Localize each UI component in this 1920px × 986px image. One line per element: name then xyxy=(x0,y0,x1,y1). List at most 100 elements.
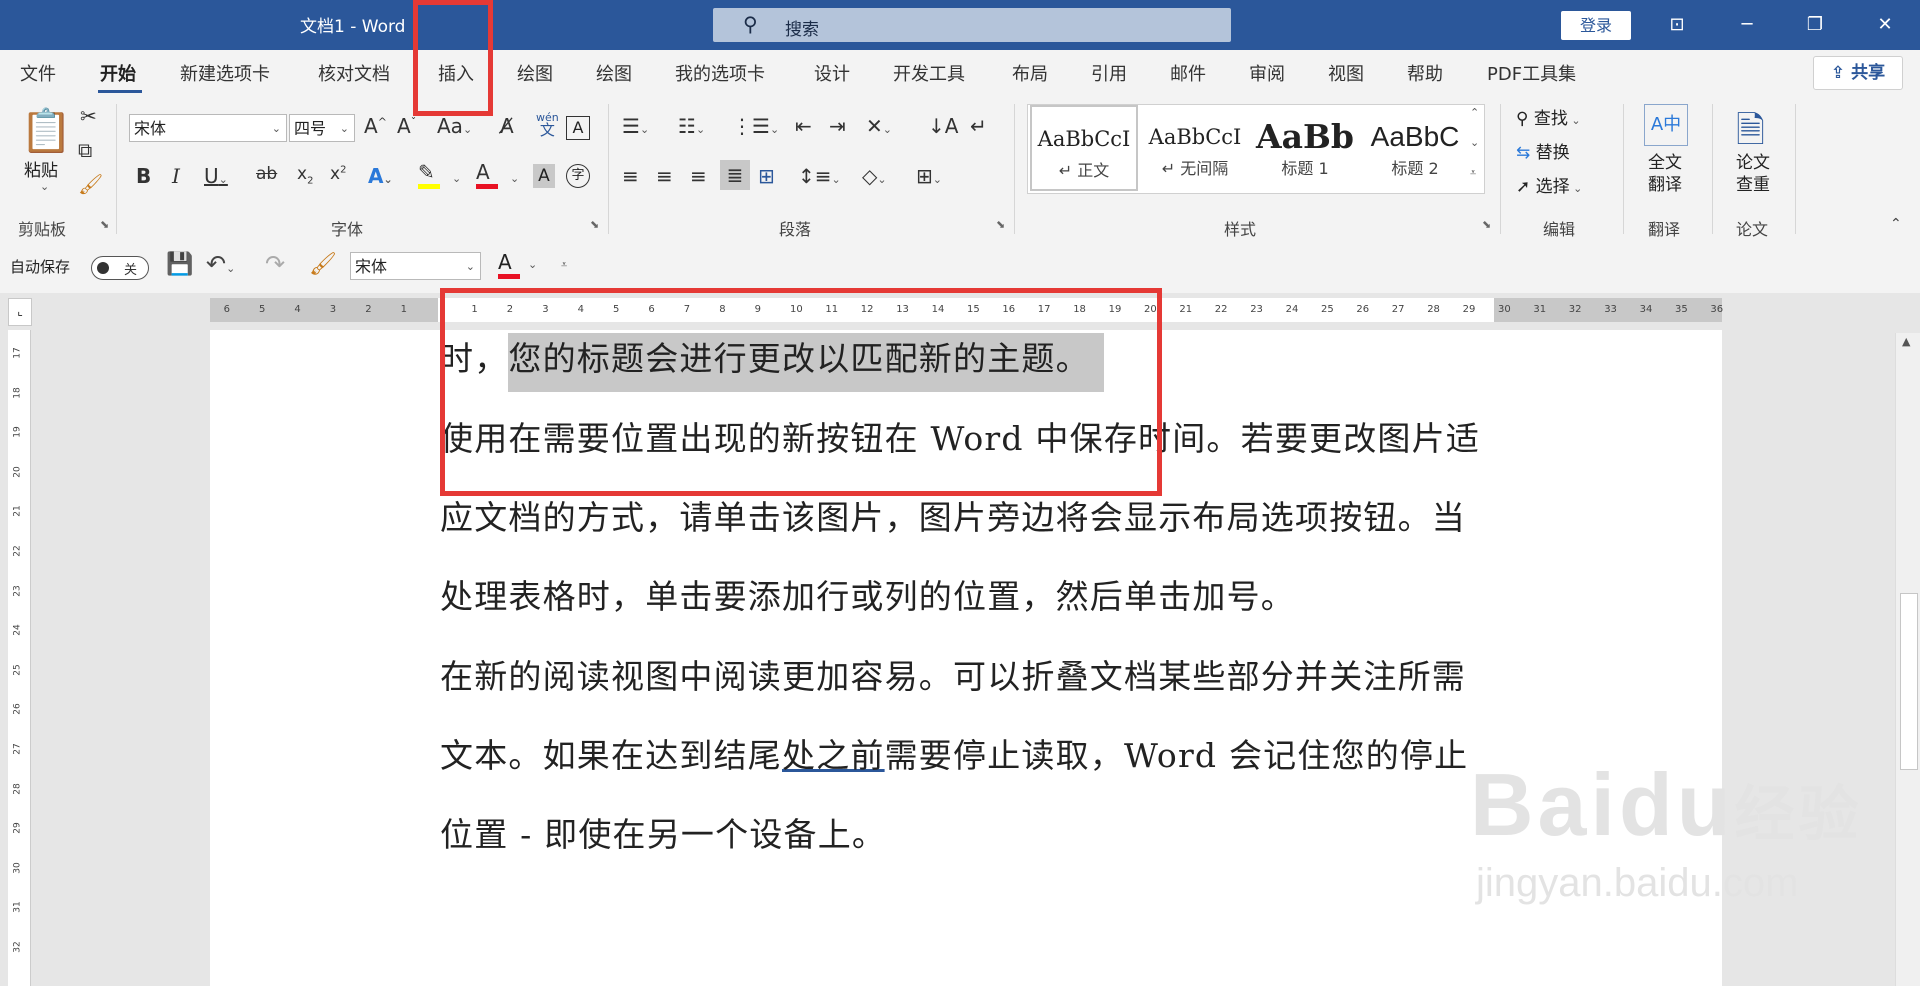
format-painter-icon[interactable]: 🖌 xyxy=(309,252,337,277)
tab-review[interactable]: 审阅 xyxy=(1249,60,1285,86)
bold-icon[interactable]: B xyxy=(136,164,151,188)
cut-icon[interactable]: ✂ xyxy=(80,104,97,128)
superscript-icon[interactable]: x2 xyxy=(330,164,346,184)
find-button[interactable]: ⚲ 查找 ⌄ xyxy=(1516,104,1581,129)
tab-new[interactable]: 新建选项卡 xyxy=(180,60,270,86)
subscript-icon[interactable]: x2 xyxy=(297,164,313,186)
tab-draw-2[interactable]: 绘图 xyxy=(596,60,632,86)
underline-icon[interactable]: U⌄ xyxy=(204,164,228,188)
tab-my[interactable]: 我的选项卡 xyxy=(675,60,765,86)
translate-icon[interactable]: A中 xyxy=(1644,104,1688,146)
highlight-dropdown-icon[interactable]: ⌄ xyxy=(452,172,461,185)
doc-line-4[interactable]: 处理表格时，单击要添加行或列的位置，然后单击加号。 xyxy=(440,570,1295,618)
style-normal[interactable]: AaBbCcI ↵ 正文 xyxy=(1030,105,1138,191)
replace-button[interactable]: ⇆ 替换 xyxy=(1516,138,1570,163)
multilevel-list-icon[interactable]: ⋮☰⌄ xyxy=(732,114,779,138)
paper-check-button[interactable]: 论文 查重 xyxy=(1736,152,1770,196)
doc-line-7[interactable]: 位置 - 即使在另一个设备上。 xyxy=(440,808,886,856)
char-shading-icon[interactable]: A xyxy=(533,164,555,188)
numbering-icon[interactable]: ☷⌄ xyxy=(678,114,705,138)
tab-check[interactable]: 核对文档 xyxy=(318,60,390,86)
phonetic-guide-icon[interactable]: wén 文 xyxy=(536,112,559,138)
undo-icon[interactable]: ↶⌄ xyxy=(206,250,235,278)
grow-font-icon[interactable]: A^ xyxy=(364,114,387,138)
chinese-layout-icon[interactable]: ✕⌄ xyxy=(866,114,892,138)
grammar-flag[interactable]: 处之前 xyxy=(782,736,885,775)
chevron-down-icon[interactable]: ⌄ xyxy=(1470,136,1479,149)
tab-layout[interactable]: 布局 xyxy=(1012,60,1048,86)
paragraph-launcher-icon[interactable]: ⬊ xyxy=(996,218,1005,231)
font-color-dropdown-icon[interactable]: ⌄ xyxy=(510,172,519,185)
share-button[interactable]: ⇪ 共享 xyxy=(1813,56,1903,90)
paste-dropdown-icon[interactable]: ⌄ xyxy=(40,180,49,193)
borders-icon[interactable]: ⊞⌄ xyxy=(916,164,942,188)
format-painter-icon[interactable]: 🖌 xyxy=(78,172,103,196)
tab-home[interactable]: 开始 xyxy=(100,60,136,86)
qat-font-combo[interactable]: 宋体 ⌄ xyxy=(350,252,481,280)
style-heading-2[interactable]: AaBbC 标题 2 xyxy=(1361,105,1469,191)
more-styles-icon[interactable]: ⩡ xyxy=(1470,166,1476,180)
text-effects-icon[interactable]: A⌄ xyxy=(368,164,393,188)
login-button[interactable]: 登录 xyxy=(1561,11,1631,40)
font-launcher-icon[interactable]: ⬊ xyxy=(590,218,599,231)
clear-formatting-icon[interactable]: A̸ xyxy=(500,114,514,138)
justify-icon[interactable]: ≣ xyxy=(720,160,750,190)
close-icon[interactable]: ✕ xyxy=(1865,10,1905,40)
align-right-icon[interactable]: ≡ xyxy=(690,164,707,188)
tab-developer[interactable]: 开发工具 xyxy=(893,60,965,86)
search-box[interactable]: ⚲ 搜索 xyxy=(713,8,1231,42)
save-icon[interactable]: 💾 xyxy=(166,252,193,277)
minimize-icon[interactable]: ─ xyxy=(1727,10,1767,40)
decrease-indent-icon[interactable]: ⇤ xyxy=(795,114,812,138)
tab-mailings[interactable]: 邮件 xyxy=(1170,60,1206,86)
qat-font-color-icon[interactable]: A xyxy=(498,250,520,279)
collapse-ribbon-icon[interactable]: ⌃ xyxy=(1890,216,1902,232)
increase-indent-icon[interactable]: ⇥ xyxy=(829,114,846,138)
enclose-char-icon[interactable]: 字 xyxy=(566,164,590,188)
distributed-icon[interactable]: ⊞ xyxy=(758,164,775,188)
redo-icon[interactable]: ↷ xyxy=(265,250,285,278)
tab-file[interactable]: 文件 xyxy=(20,60,56,86)
highlight-icon[interactable]: ✎ xyxy=(418,160,440,189)
char-border-icon[interactable]: A xyxy=(566,116,590,140)
doc-line-5[interactable]: 在新的阅读视图中阅读更加容易。可以折叠文档某些部分并关注所需 xyxy=(440,650,1466,698)
copy-icon[interactable]: ⧉ xyxy=(78,138,92,162)
shading-icon[interactable]: ◇⌄ xyxy=(862,164,887,188)
change-case-icon[interactable]: Aa⌄ xyxy=(437,114,472,138)
tab-help[interactable]: 帮助 xyxy=(1407,60,1443,86)
shrink-font-icon[interactable]: Aˇ xyxy=(397,114,416,138)
ribbon-display-icon[interactable]: ⊡ xyxy=(1657,10,1697,40)
restore-icon[interactable]: ❐ xyxy=(1795,10,1835,40)
font-name-combo[interactable]: 宋体 ⌄ xyxy=(129,114,287,142)
paste-label[interactable]: 粘贴 xyxy=(24,156,58,181)
chevron-up-icon[interactable]: ⌃ xyxy=(1470,106,1479,119)
scroll-thumb[interactable] xyxy=(1900,593,1918,770)
customize-qat-icon[interactable]: ⩡ xyxy=(561,258,567,272)
sort-icon[interactable]: ↓A xyxy=(928,114,958,138)
line-spacing-icon[interactable]: ↕≡⌄ xyxy=(798,164,841,188)
paste-icon[interactable]: 📋 xyxy=(20,106,72,156)
style-heading-1[interactable]: AaBb 标题 1 xyxy=(1251,105,1359,191)
tab-references[interactable]: 引用 xyxy=(1091,60,1127,86)
align-left-icon[interactable]: ≡ xyxy=(622,164,639,188)
select-button[interactable]: ➚ 选择 ⌄ xyxy=(1516,172,1582,197)
styles-launcher-icon[interactable]: ⬊ xyxy=(1482,218,1491,231)
clipboard-launcher-icon[interactable]: ⬊ xyxy=(100,218,109,231)
scroll-up-icon[interactable]: ▲ xyxy=(1902,335,1910,348)
tab-selector-icon[interactable]: ⌞ xyxy=(8,298,32,326)
translate-button[interactable]: 全文 翻译 xyxy=(1648,152,1682,196)
vertical-scrollbar[interactable]: ▲ xyxy=(1895,333,1920,986)
bullets-icon[interactable]: ☰⌄ xyxy=(622,114,649,138)
tab-view[interactable]: 视图 xyxy=(1328,60,1364,86)
show-marks-icon[interactable]: ↵ xyxy=(970,114,987,138)
doc-line-3[interactable]: 应文档的方式，请单击该图片，图片旁边将会显示布局选项按钮。当 xyxy=(440,491,1466,539)
tab-pdf[interactable]: PDF工具集 xyxy=(1487,60,1576,86)
font-size-combo[interactable]: 四号 ⌄ xyxy=(289,114,355,142)
tab-draw-1[interactable]: 绘图 xyxy=(517,60,553,86)
tab-design[interactable]: 设计 xyxy=(814,60,850,86)
strikethrough-icon[interactable]: ab xyxy=(256,164,277,184)
style-no-spacing[interactable]: AaBbCcI ↵ 无间隔 xyxy=(1141,105,1249,191)
font-color-icon[interactable]: A xyxy=(476,160,498,189)
italic-icon[interactable]: I xyxy=(172,164,180,188)
qat-font-color-dropdown-icon[interactable]: ⌄ xyxy=(528,258,537,271)
